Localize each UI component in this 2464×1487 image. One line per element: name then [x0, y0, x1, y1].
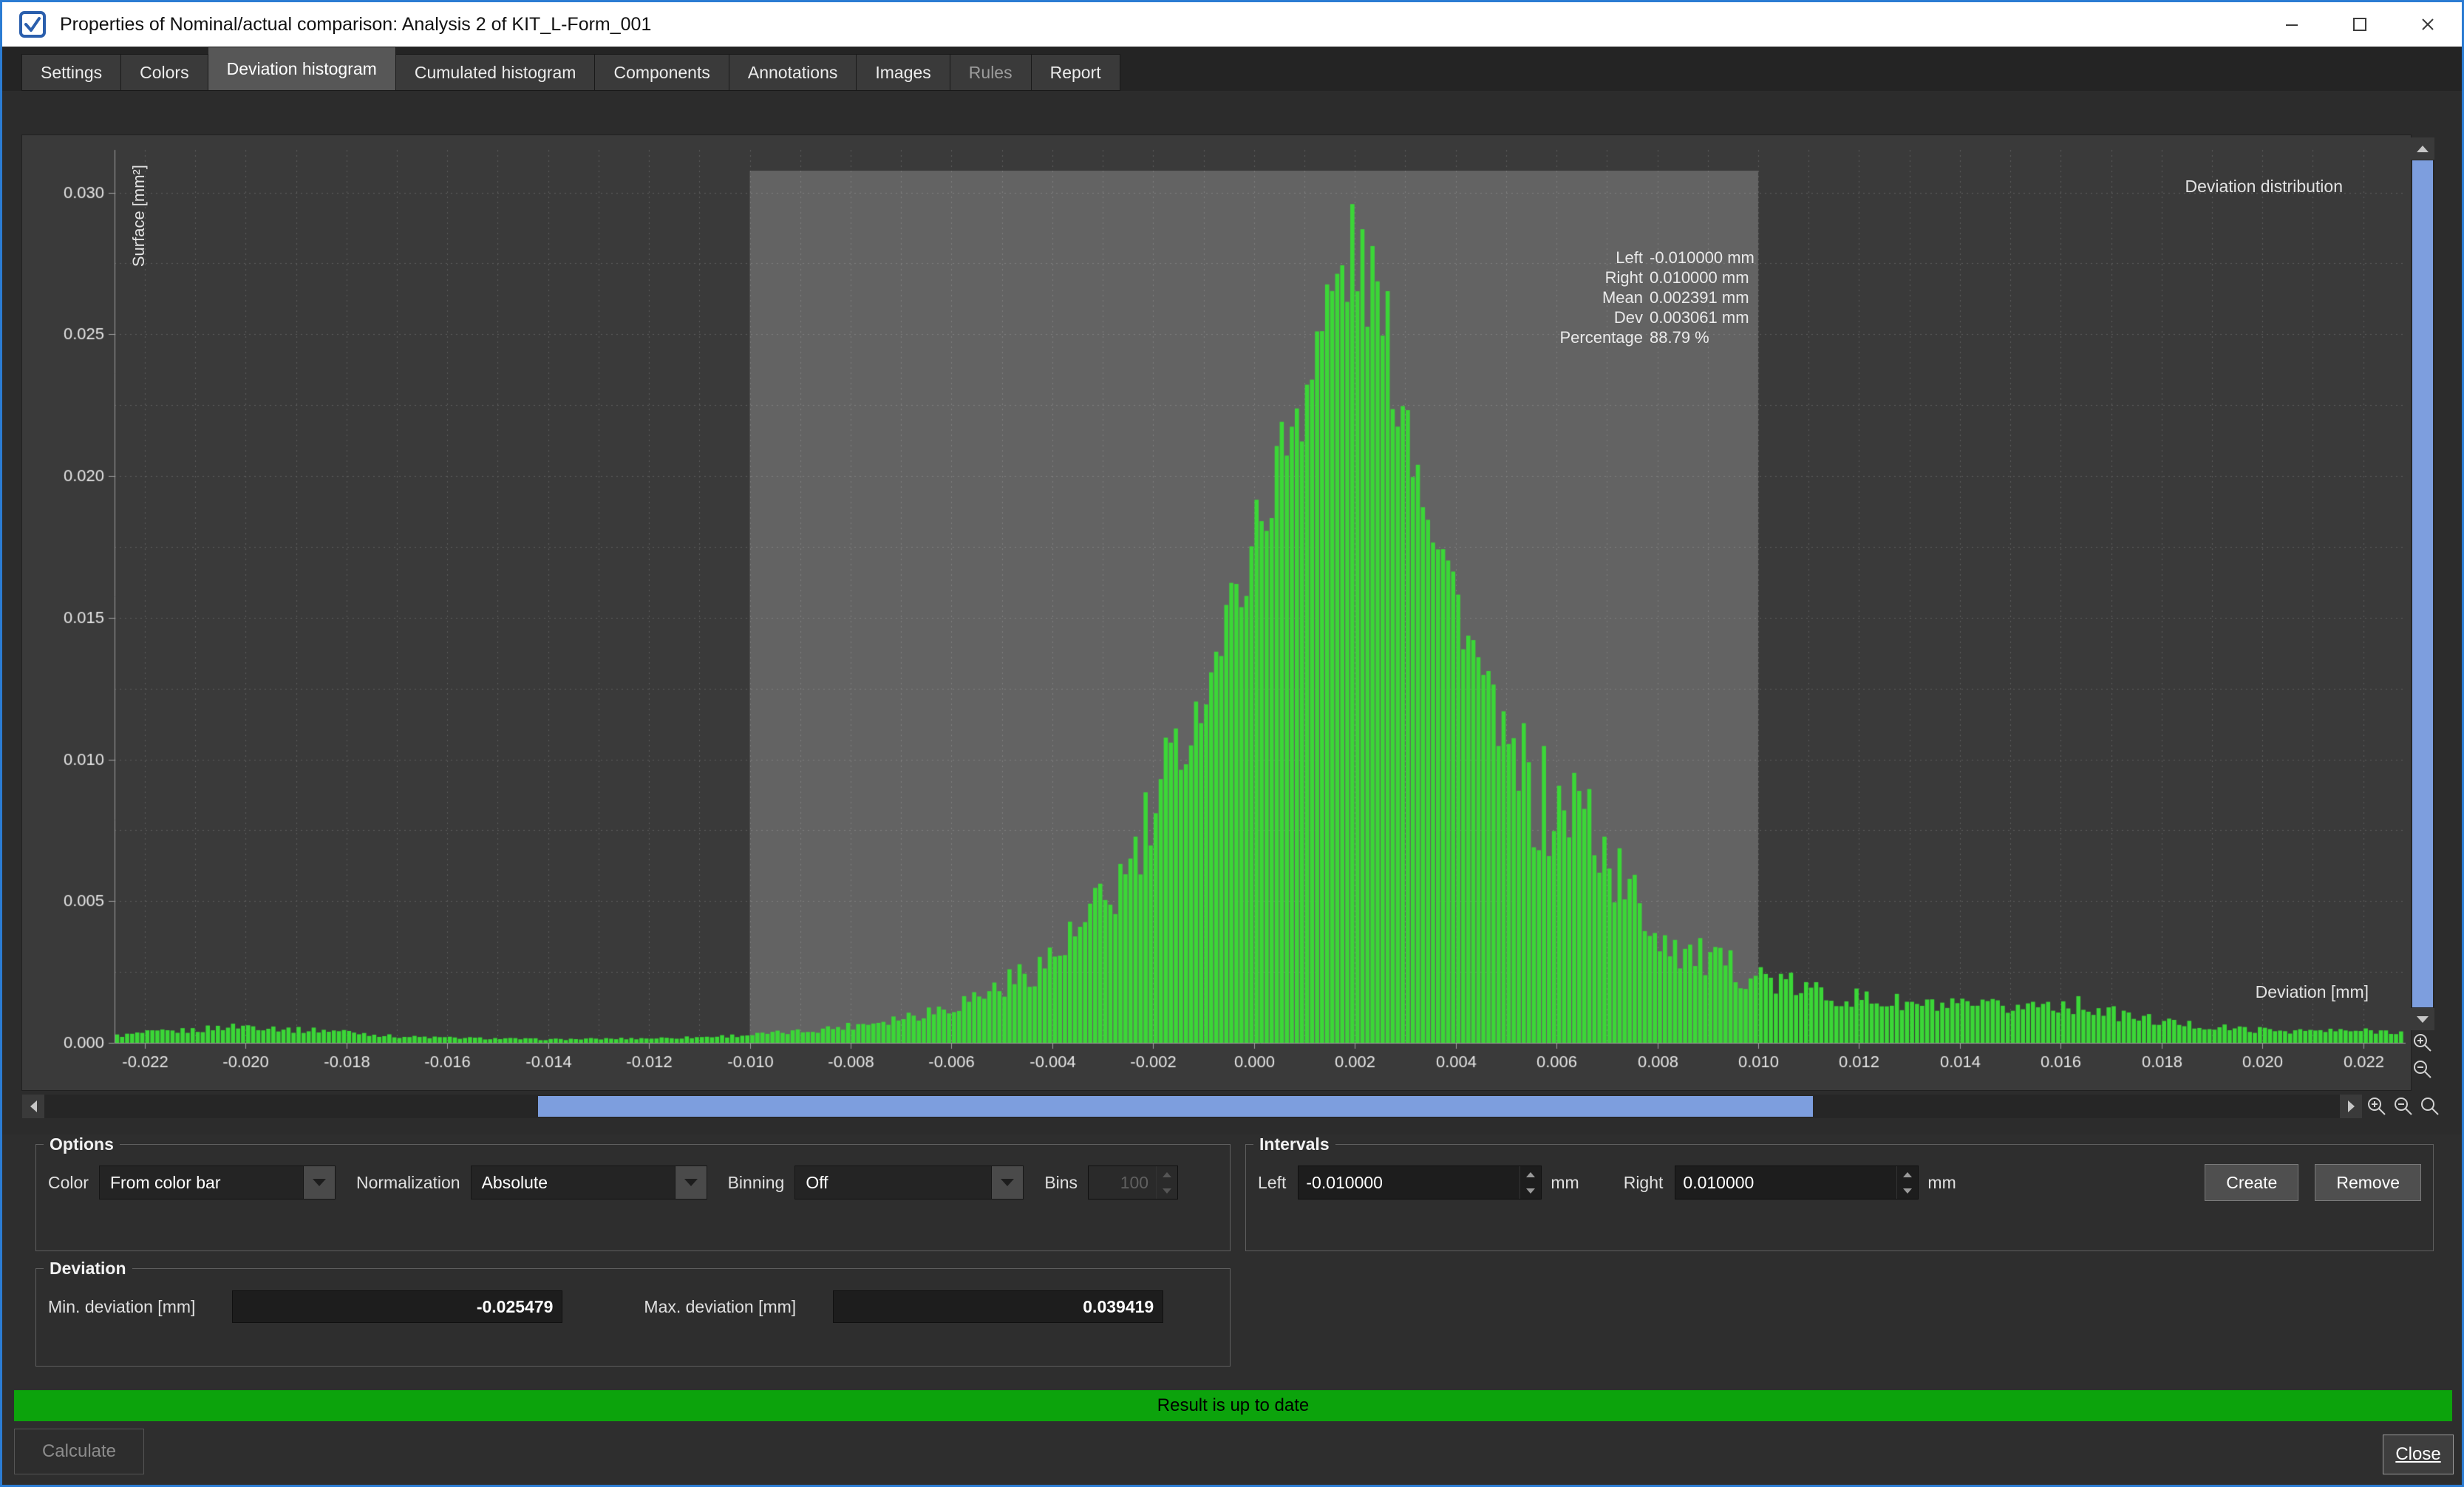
status-bar: Result is up to date	[14, 1390, 2452, 1421]
stat-percentage: Percentage 88.79 %	[1474, 327, 1755, 347]
normalization-dropdown[interactable]: Absolute	[471, 1166, 707, 1200]
binning-dropdown[interactable]: Off	[794, 1166, 1024, 1200]
tab-images[interactable]: Images	[857, 54, 950, 91]
zoom-fit-icon[interactable]	[2418, 1095, 2442, 1118]
color-dropdown-value: From color bar	[100, 1166, 303, 1199]
interval-left-spinner[interactable]	[1298, 1166, 1542, 1200]
remove-button[interactable]: Remove	[2315, 1164, 2421, 1201]
stat-dev-label: Dev	[1474, 308, 1643, 327]
stat-right-value: 0.010000 mm	[1650, 268, 1749, 287]
tab-bar: Settings Colors Deviation histogram Cumu…	[2, 47, 2462, 91]
bins-label: Bins	[1044, 1173, 1078, 1193]
zoom-out-icon[interactable]	[2392, 1095, 2415, 1118]
zoom-out-vertical-icon[interactable]	[2411, 1058, 2434, 1081]
interval-left-input[interactable]	[1299, 1166, 1519, 1199]
tab-deviation-histogram[interactable]: Deviation histogram	[208, 47, 396, 91]
x-axis-title: Deviation [mm]	[2188, 982, 2369, 1002]
stat-dev: Dev 0.003061 mm	[1474, 307, 1755, 327]
selection-stats: Left -0.010000 mm Right 0.010000 mm Mean…	[1474, 248, 1755, 347]
spinner-arrows-icon[interactable]	[1519, 1166, 1541, 1199]
stat-percentage-label: Percentage	[1474, 328, 1643, 347]
y-axis-title: Surface [mm²]	[129, 165, 149, 267]
normalization-label: Normalization	[356, 1173, 460, 1193]
zoom-in-vertical-icon[interactable]	[2411, 1031, 2434, 1055]
interval-left-label: Left	[1258, 1173, 1286, 1193]
spinner-arrows-icon	[1156, 1166, 1177, 1199]
minimize-icon[interactable]	[2258, 2, 2326, 47]
interval-right-label: Right	[1624, 1173, 1664, 1193]
intervals-group: Intervals Left mm Right mm Create Remove	[1245, 1134, 2434, 1251]
min-deviation-label: Min. deviation [mm]	[48, 1297, 195, 1317]
deviation-group-title: Deviation	[44, 1259, 132, 1279]
max-deviation-value: 0.039419	[833, 1290, 1163, 1323]
window-controls	[2258, 2, 2462, 47]
min-deviation-value: -0.025479	[232, 1290, 562, 1323]
color-label: Color	[48, 1173, 89, 1193]
color-dropdown[interactable]: From color bar	[99, 1166, 336, 1200]
chevron-down-icon[interactable]	[303, 1166, 335, 1199]
status-message: Result is up to date	[1157, 1395, 1309, 1416]
stat-mean: Mean 0.002391 mm	[1474, 287, 1755, 307]
options-row: Color From color bar Normalization Absol…	[48, 1165, 1218, 1200]
chevron-down-icon[interactable]	[991, 1166, 1023, 1199]
vertical-scroll-thumb[interactable]	[2412, 160, 2433, 1007]
scroll-up-icon[interactable]	[2411, 137, 2434, 160]
titlebar: Properties of Nominal/actual comparison:…	[2, 2, 2462, 47]
interval-left-unit: mm	[1551, 1173, 1579, 1193]
distribution-label: Deviation distribution	[2114, 177, 2343, 197]
stat-right: Right 0.010000 mm	[1474, 268, 1755, 287]
scroll-right-icon[interactable]	[2340, 1095, 2362, 1118]
vertical-scrollbar[interactable]	[2411, 137, 2434, 1030]
binning-dropdown-value: Off	[795, 1166, 991, 1199]
spinner-arrows-icon[interactable]	[1896, 1166, 1918, 1199]
tab-colors[interactable]: Colors	[121, 54, 208, 91]
interval-right-spinner[interactable]	[1675, 1166, 1919, 1200]
scroll-down-icon[interactable]	[2411, 1008, 2434, 1030]
deviation-row: Min. deviation [mm] -0.025479 Max. devia…	[48, 1289, 1218, 1324]
zoom-in-icon[interactable]	[2365, 1095, 2389, 1118]
chart-zone: Surface [mm²] Deviation distribution Dev…	[2, 91, 2462, 1134]
bins-spinner	[1088, 1166, 1178, 1200]
horizontal-scrollbar[interactable]	[22, 1095, 2362, 1118]
tab-cumulated-histogram[interactable]: Cumulated histogram	[396, 54, 596, 91]
create-button[interactable]: Create	[2205, 1164, 2298, 1201]
stat-left: Left -0.010000 mm	[1474, 248, 1755, 268]
stat-percentage-value: 88.79 %	[1650, 328, 1709, 347]
deviation-histogram-canvas[interactable]	[22, 135, 2411, 1090]
chevron-down-icon[interactable]	[675, 1166, 707, 1199]
calculate-button: Calculate	[14, 1429, 144, 1474]
tab-components[interactable]: Components	[595, 54, 729, 91]
horizontal-scroll-thumb[interactable]	[538, 1096, 1813, 1117]
close-icon[interactable]	[2394, 2, 2462, 47]
intervals-group-title: Intervals	[1253, 1134, 1335, 1154]
deviation-group: Deviation Min. deviation [mm] -0.025479 …	[35, 1259, 1231, 1367]
window-title: Properties of Nominal/actual comparison:…	[60, 14, 651, 35]
tab-annotations[interactable]: Annotations	[729, 54, 857, 91]
tab-report[interactable]: Report	[1032, 54, 1120, 91]
interval-right-unit: mm	[1927, 1173, 1956, 1193]
app-icon	[18, 10, 47, 38]
stat-mean-value: 0.002391 mm	[1650, 288, 1749, 307]
scroll-left-icon[interactable]	[22, 1095, 44, 1118]
interval-right-input[interactable]	[1675, 1166, 1896, 1199]
max-deviation-label: Max. deviation [mm]	[644, 1297, 796, 1317]
options-group-title: Options	[44, 1134, 120, 1154]
stat-left-label: Left	[1474, 248, 1643, 268]
stat-left-value: -0.010000 mm	[1650, 248, 1755, 268]
stat-right-label: Right	[1474, 268, 1643, 287]
maximize-icon[interactable]	[2326, 2, 2394, 47]
close-button[interactable]: Close	[2383, 1435, 2454, 1474]
intervals-row: Left mm Right mm Create Remove	[1258, 1165, 2421, 1200]
tab-settings[interactable]: Settings	[21, 54, 121, 91]
tab-rules[interactable]: Rules	[950, 54, 1032, 91]
bins-input	[1089, 1166, 1156, 1199]
binning-label: Binning	[728, 1173, 785, 1193]
options-group: Options Color From color bar Normalizati…	[35, 1134, 1231, 1251]
normalization-dropdown-value: Absolute	[472, 1166, 675, 1199]
stat-mean-label: Mean	[1474, 288, 1643, 307]
properties-window: Properties of Nominal/actual comparison:…	[0, 0, 2464, 1487]
stat-dev-value: 0.003061 mm	[1650, 308, 1749, 327]
